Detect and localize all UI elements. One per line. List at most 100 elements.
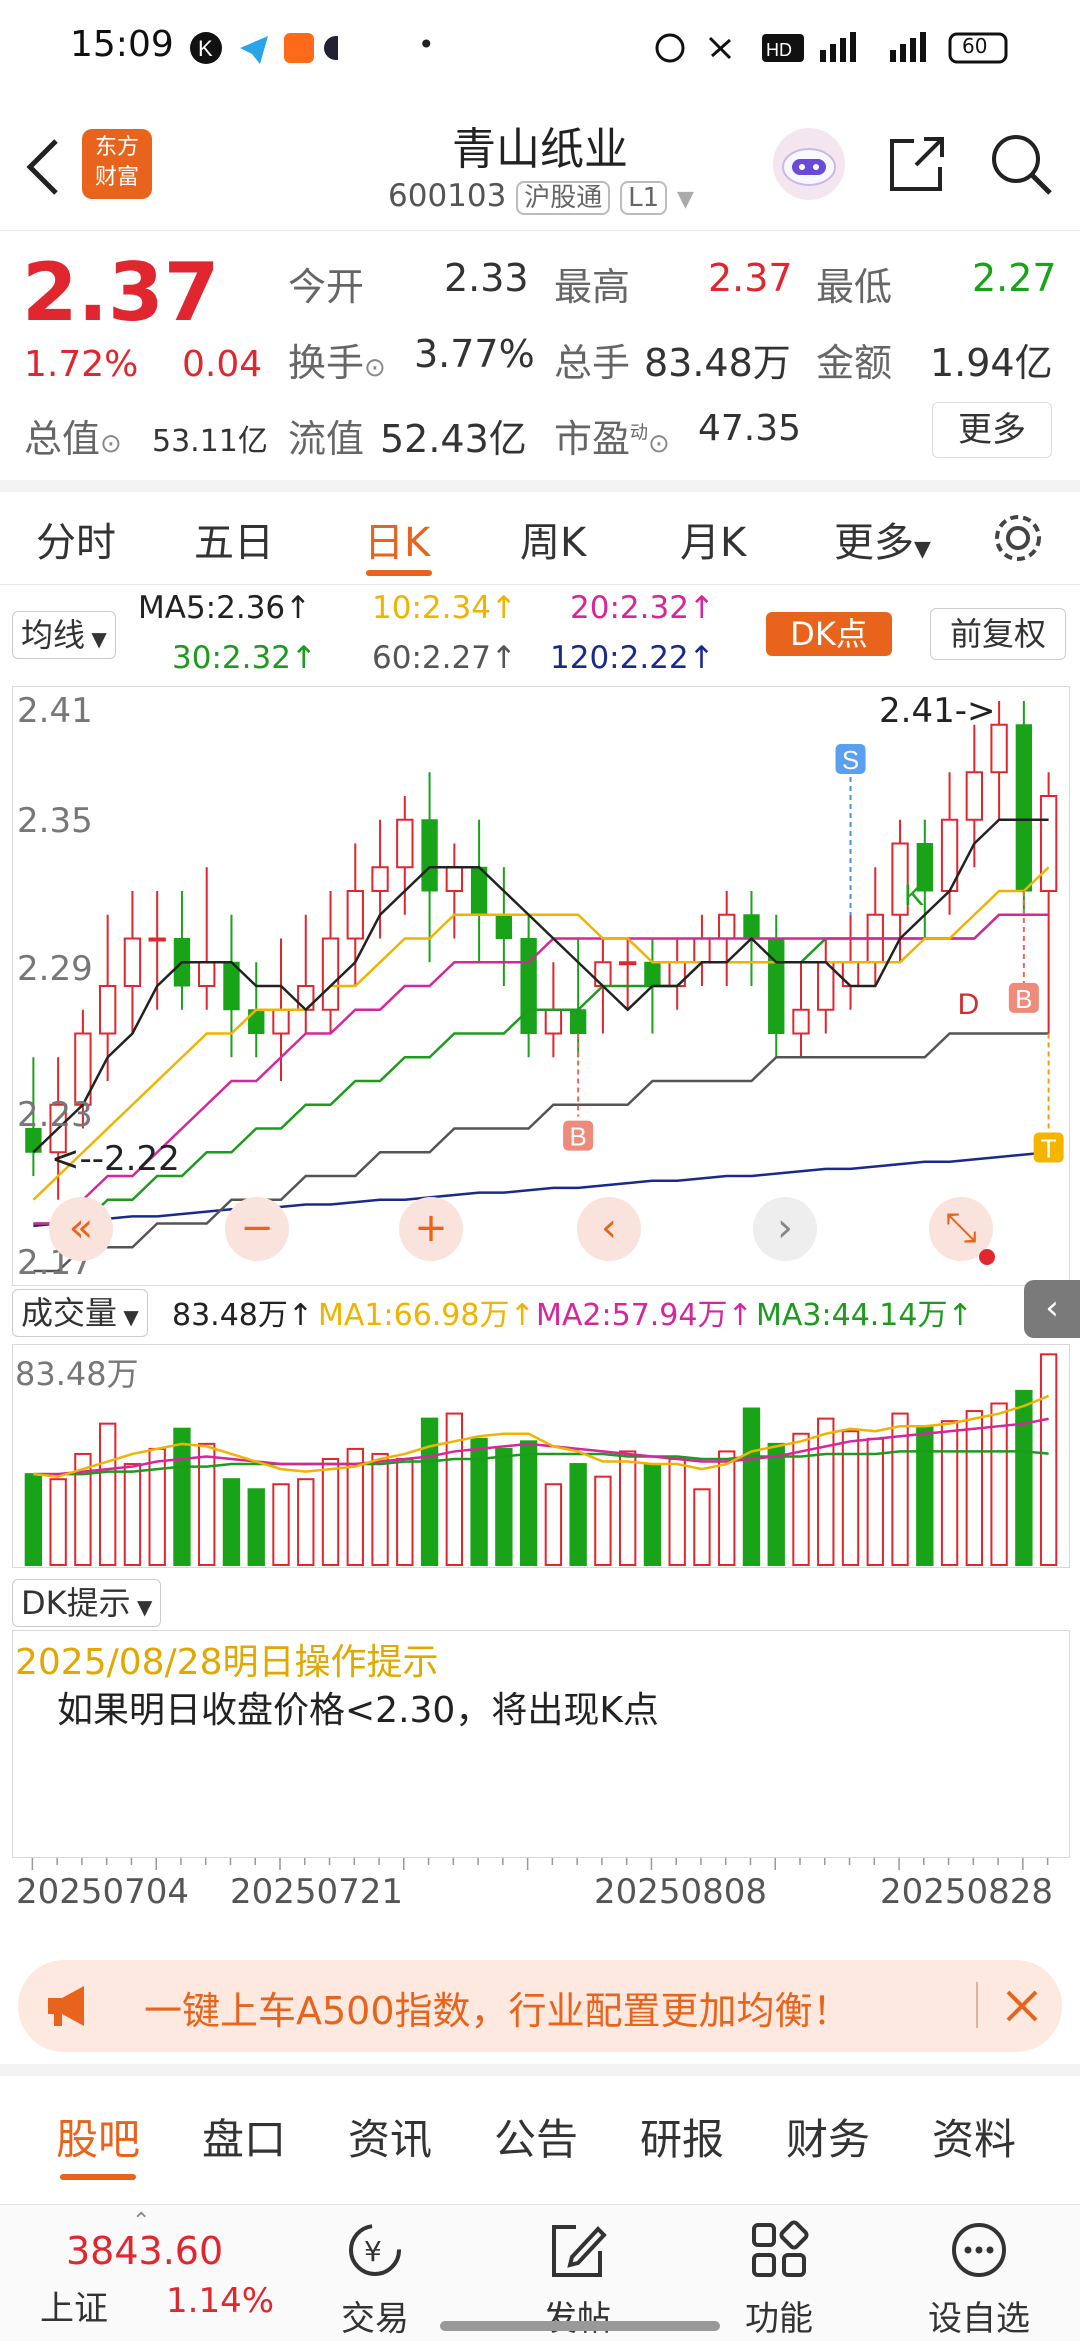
volume-bar [98,1422,117,1566]
candle-body [544,1008,563,1035]
dk-tip-message: 如果明日收盘价格<2.30，将出现K点 [57,1690,659,1731]
ma20-label: 20:2.32↑ [570,590,715,626]
x-date: 20250808 [594,1872,768,1912]
kline-chart[interactable]: SKDBBT 2.41 2.35 2.29 2.23 2.17 2.41-> <… [12,686,1070,1286]
tab-news[interactable]: 资讯 [348,2106,432,2167]
fast-back-button[interactable]: « [49,1197,113,1261]
volume-ma3: MA3:44.14万↑ [756,1298,973,1333]
low-label: 最低 [816,265,893,309]
t-marker: T [1033,1132,1064,1164]
dk-tip-selector[interactable]: DK提示 ▼ [12,1578,162,1627]
ma10-label: 10:2.34↑ [372,590,517,626]
volume-bar [618,1450,637,1566]
tab-intraday[interactable]: 分时 [36,510,116,568]
ma60-line [33,1032,1049,1273]
tab-weekly-k[interactable]: 周K [520,510,586,568]
index-change: 1.14% [166,2281,275,2321]
volume-svg [24,1353,1058,1567]
amount-label: 金额 [816,341,893,385]
tab-monthly-k[interactable]: 月K [680,510,746,568]
y-tick: 2.23 [17,1095,93,1135]
settings-gear-icon[interactable] [990,510,1046,566]
tab-guba[interactable]: 股吧 [56,2106,140,2167]
candle-body [321,937,340,1011]
candle-body [618,961,637,966]
zoom-out-button[interactable]: − [225,1197,289,1261]
active-tab-indicator [60,2174,136,2180]
svg-text:HD: HD [766,40,792,60]
volume-bar [569,1463,587,1566]
ma-selector[interactable]: 均线 ▼ [12,610,116,659]
tab-daily-k[interactable]: 日K [364,510,430,568]
status-time: 15:09 [70,24,174,65]
more-dots-icon [952,2223,1006,2277]
high-value: 2.37 [708,256,793,300]
tab-announcements[interactable]: 公告 [494,2106,578,2167]
candle-body [768,938,785,1034]
tab-more[interactable]: 更多▼ [834,510,931,568]
robot-assistant-icon[interactable] [770,125,848,203]
volume-bar [297,1478,315,1566]
dk-point-button[interactable]: DK点 [766,612,892,656]
volume-bar [643,1463,662,1566]
pe-label: 市盈动⊙ [554,417,670,461]
tab-research[interactable]: 研报 [640,2106,724,2167]
home-indicator [440,2321,720,2331]
index-value[interactable]: 3843.60 [66,2229,223,2273]
candle-body [445,866,464,892]
ma30-label: 30:2.32↑ [172,640,317,676]
promo-banner[interactable]: 一键上车A500指数，行业配置更加均衡！ [18,1960,1062,2052]
adjust-button[interactable]: 前复权 [930,608,1066,660]
volume-bar [594,1475,612,1567]
megaphone-icon [48,1986,84,2026]
volume-ma2: MA2:57.94万↑ [536,1298,753,1333]
candle-body [272,1008,290,1035]
share-icon[interactable] [886,133,948,195]
tab-pankou[interactable]: 盘口 [202,2106,286,2167]
collapse-panel-button[interactable]: ‹ [1024,1280,1080,1338]
k-marker: K [904,879,924,912]
low-value: 2.27 [972,256,1057,300]
svg-text:¥: ¥ [364,2235,382,2268]
candle-body [718,913,736,940]
float-value: 52.43亿 [380,417,527,461]
active-tab-indicator [366,570,432,576]
volume-bar [321,1458,340,1566]
candle-body [693,937,711,964]
close-icon[interactable] [1002,1986,1042,2026]
zoom-in-button[interactable]: + [399,1197,463,1261]
more-button[interactable]: 更多 [932,402,1052,458]
candle-body [98,985,117,1035]
turnover-label: 换手⊙ [288,341,386,385]
volume-selector[interactable]: 成交量 ▼ [12,1288,148,1337]
volume-bar [1039,1353,1058,1567]
candle-body [371,866,389,892]
volume-bar [445,1412,464,1566]
content-tabs: 股吧 盘口 资讯 公告 研报 财务 资料 [0,2064,1080,2196]
ma120-line [33,1151,1049,1228]
bottom-nav: ⌃ 3843.60 上证 1.14% ¥ 交易 发帖 功能 设自选 [0,2204,1080,2341]
volume-bar [1015,1389,1033,1566]
candle-body [990,723,1008,774]
notification-dot [979,1249,995,1265]
candle-body [743,914,760,939]
dot-icon: • [418,28,435,61]
dropdown-icon[interactable]: ▼ [677,187,694,212]
tab-finance[interactable]: 财务 [786,2106,870,2167]
volume-chart[interactable]: 83.48万 [12,1344,1070,1568]
volume-bar [173,1427,191,1567]
nav-watchlist[interactable]: 设自选 [914,2215,1044,2340]
search-icon[interactable] [988,131,1054,197]
stock-code-row: 600103 沪股通 L1 ▼ [388,177,694,215]
stock-header: 东方 财富 青山纸业 600103 沪股通 L1 ▼ [0,95,1080,231]
mktcap-value: 53.11亿 [152,424,268,459]
tab-profile[interactable]: 资料 [932,2106,1016,2167]
scroll-left-button[interactable]: ‹ [577,1197,641,1261]
volume-value: 83.48万 [644,341,791,385]
scroll-right-button[interactable]: › [753,1197,817,1261]
nav-function[interactable]: 功能 [714,2215,844,2340]
tab-five-day[interactable]: 五日 [194,510,274,568]
volume-bar [24,1473,43,1566]
nav-trade[interactable]: ¥ 交易 [310,2215,440,2340]
volume-ma1: MA1:66.98万↑ [318,1298,535,1333]
